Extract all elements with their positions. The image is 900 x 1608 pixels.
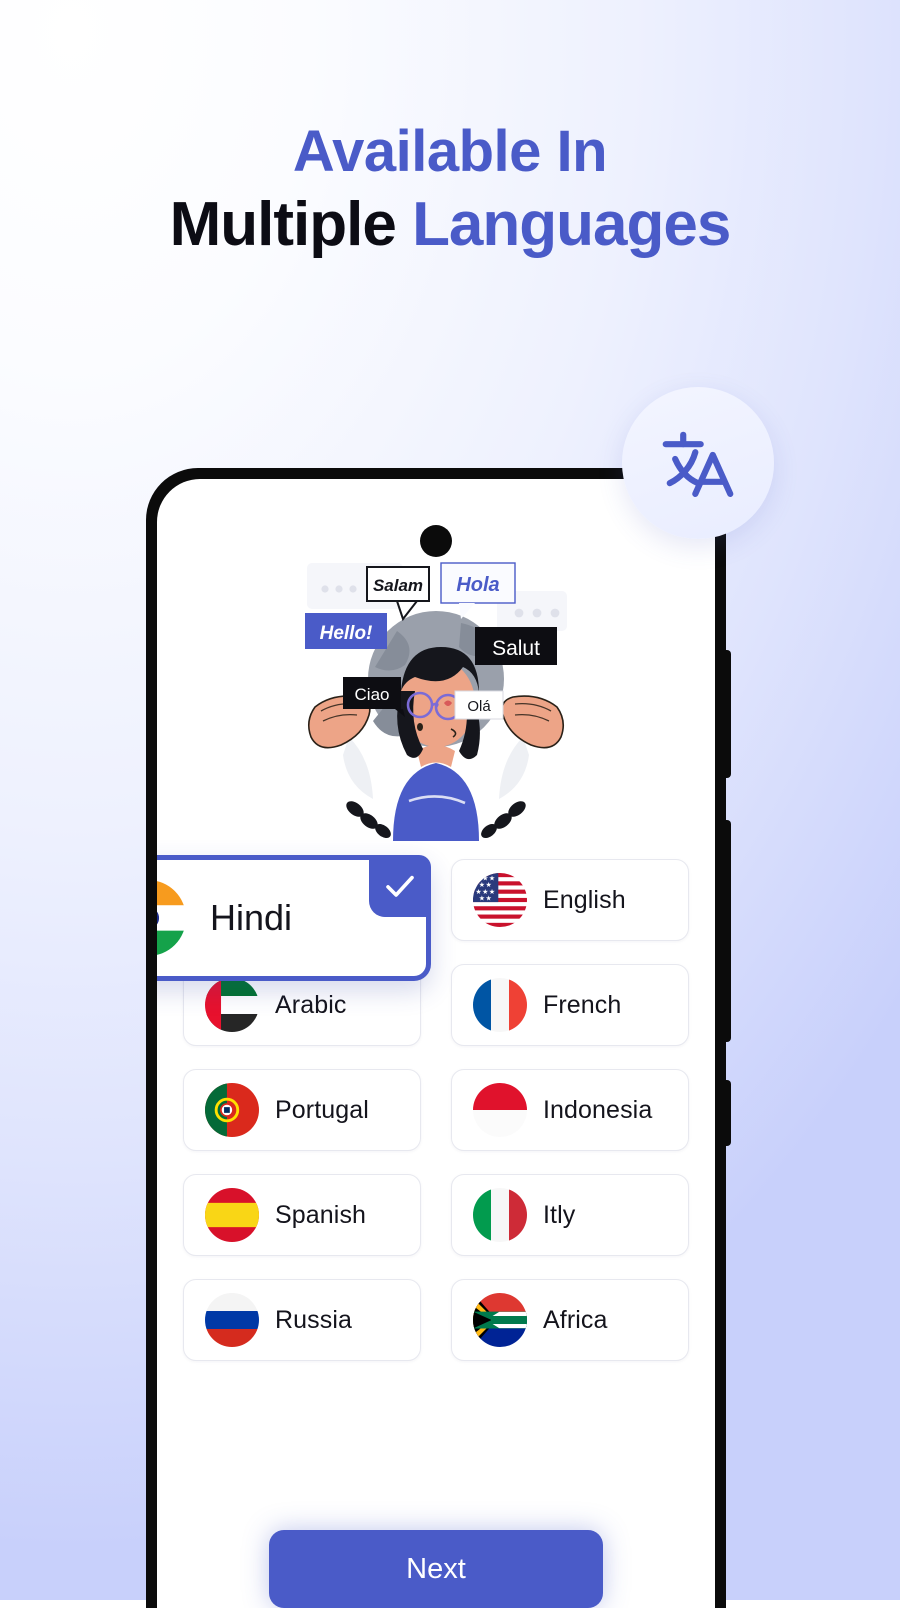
selected-check-badge <box>369 855 431 917</box>
language-label: Africa <box>543 1305 608 1334</box>
headline-line-1: Available In <box>292 119 608 184</box>
flag-indonesia-icon <box>473 1083 527 1137</box>
phone-side-button-bottom[interactable] <box>724 1080 731 1146</box>
language-label: Russia <box>275 1305 353 1334</box>
language-label: English <box>543 885 626 914</box>
language-label: Arabic <box>275 990 347 1019</box>
phone-screen: Salam Hola Hello! Salut Ciao Olá ★ ★ ★ ★… <box>157 479 715 1608</box>
language-card-hindi-selected-wrapper: Hindi <box>157 855 431 981</box>
flag-portugal-icon <box>205 1083 259 1137</box>
next-button[interactable]: Next <box>269 1530 603 1608</box>
language-card-spanish[interactable]: Spanish <box>183 1174 421 1256</box>
multilingual-greetings-illustration: Salam Hola Hello! Salut Ciao Olá <box>301 551 571 841</box>
language-label: French <box>543 990 622 1019</box>
language-card-french[interactable]: French <box>451 964 689 1046</box>
flag-russia-icon <box>205 1293 259 1347</box>
language-card-portugal[interactable]: Portugal <box>183 1069 421 1151</box>
svg-text:★: ★ <box>485 894 491 902</box>
svg-text:★: ★ <box>479 894 485 902</box>
language-card-english[interactable]: ★ ★ ★ ★ ★ ★ ★ ★ ★ ★ English <box>451 859 689 941</box>
flag-italy-icon <box>473 1188 527 1242</box>
language-card-italy[interactable]: Itly <box>451 1174 689 1256</box>
front-camera <box>420 525 452 557</box>
language-label: Itly <box>543 1200 576 1229</box>
language-card-russia[interactable]: Russia <box>183 1279 421 1361</box>
page-title: Available In Multiple Languages <box>0 119 900 266</box>
flag-usa-icon: ★ ★ ★ ★ ★ ★ ★ ★ ★ ★ <box>473 873 527 927</box>
promo-background: Available In Multiple Languages Salam Ho… <box>0 0 900 1608</box>
flag-spain-icon <box>205 1188 259 1242</box>
flag-france-icon <box>473 978 527 1032</box>
phone-side-button-middle[interactable] <box>724 820 731 1042</box>
flag-south-africa-icon <box>473 1293 527 1347</box>
headline-line-2: Multiple Languages <box>0 185 900 266</box>
language-label: Portugal <box>275 1095 369 1124</box>
language-card-africa[interactable]: Africa <box>451 1279 689 1361</box>
translate-icon-badge <box>622 387 774 539</box>
language-label: Indonesia <box>543 1095 653 1124</box>
svg-text:Hello!: Hello! <box>320 623 373 644</box>
phone-side-button-top[interactable] <box>724 650 731 778</box>
svg-text:Salam: Salam <box>373 576 423 595</box>
language-card-indonesia[interactable]: Indonesia <box>451 1069 689 1151</box>
headline-word-languages: Languages <box>412 189 731 259</box>
svg-text:Olá: Olá <box>467 698 491 715</box>
check-icon <box>386 875 414 897</box>
headline-word-multiple: Multiple <box>169 189 397 259</box>
svg-text:Salut: Salut <box>492 637 540 660</box>
flag-uae-icon <box>205 978 259 1032</box>
language-label: Spanish <box>275 1200 367 1229</box>
svg-text:Hola: Hola <box>456 574 499 596</box>
phone-mockup: Salam Hola Hello! Salut Ciao Olá ★ ★ ★ ★… <box>146 468 731 1608</box>
svg-text:Ciao: Ciao <box>355 685 390 704</box>
translate-icon <box>662 431 734 497</box>
flag-india-icon <box>157 880 186 956</box>
language-label: Hindi <box>210 897 293 938</box>
